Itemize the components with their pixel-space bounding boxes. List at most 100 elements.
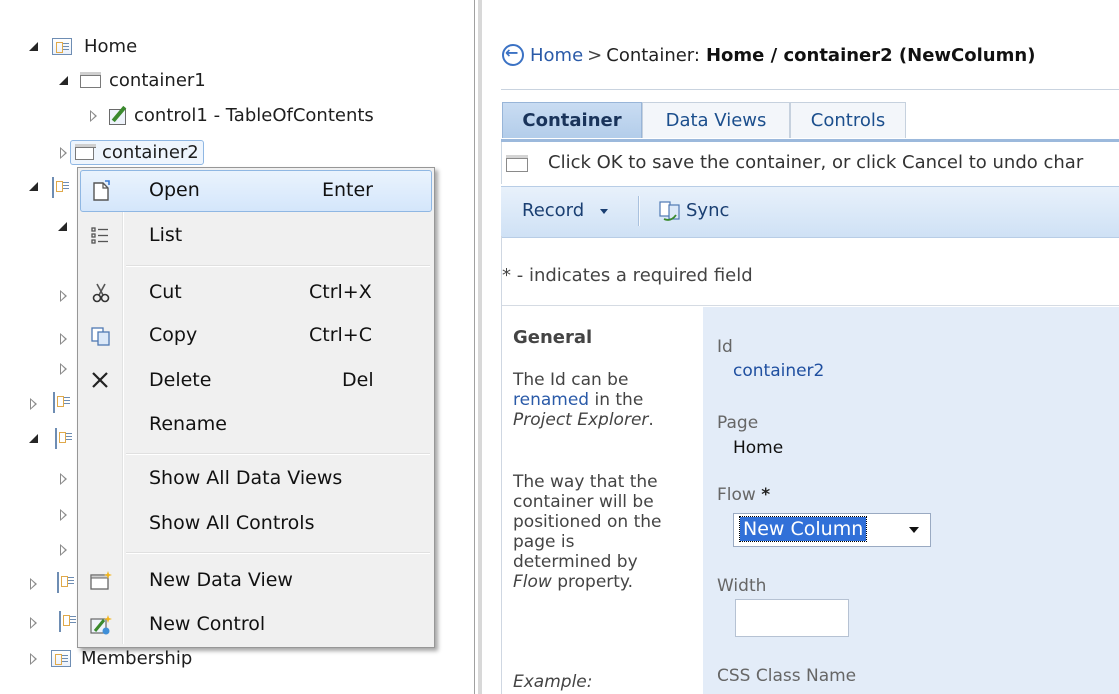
required-asterisk: *: [761, 485, 771, 505]
menu-separator: [126, 453, 430, 455]
page-icon: [52, 37, 72, 55]
help-text: determined by: [513, 552, 638, 572]
help-paragraph-id: The Id can be renamed in the Project Exp…: [513, 370, 698, 430]
tab-container[interactable]: Container: [502, 102, 642, 138]
record-menu-button[interactable]: Record: [522, 200, 584, 221]
collapsed-arrow-icon[interactable]: [90, 110, 99, 122]
field-label-css-class: CSS Class Name: [717, 666, 857, 686]
field-label-page: Page: [717, 413, 759, 433]
container-icon: [506, 155, 528, 172]
help-text: page is: [513, 532, 575, 552]
menu-item-open[interactable]: Open Enter: [80, 170, 432, 212]
menu-item-delete[interactable]: Delete Del: [80, 360, 432, 402]
help-text-emphasis: Example:: [513, 672, 593, 692]
control-icon: [108, 105, 128, 125]
collapsed-arrow-icon[interactable]: [30, 398, 39, 410]
copy-icon: [91, 327, 110, 346]
container-icon: [80, 72, 101, 88]
collapsed-arrow-icon[interactable]: [60, 544, 69, 556]
expanded-arrow-icon[interactable]: [29, 182, 38, 191]
expanded-arrow-icon[interactable]: [29, 41, 38, 51]
collapsed-arrow-icon[interactable]: [60, 363, 69, 375]
collapsed-arrow-icon[interactable]: [60, 147, 69, 159]
sync-button[interactable]: Sync: [686, 200, 729, 221]
tree-label: container2: [102, 141, 199, 163]
help-text: .: [648, 410, 654, 430]
help-text: positioned on the: [513, 512, 662, 532]
menu-item-label: Cut: [149, 281, 182, 303]
sync-icon[interactable]: [658, 199, 682, 221]
menu-highlight: [80, 170, 432, 212]
menu-item-show-all-data-views[interactable]: Show All Data Views: [80, 458, 432, 500]
dropdown-arrow-icon[interactable]: [909, 527, 919, 533]
menu-item-show-all-controls[interactable]: Show All Controls: [80, 503, 432, 545]
page-icon: [52, 177, 54, 198]
divider: [501, 305, 1119, 306]
new-control-icon: [90, 615, 112, 635]
collapsed-arrow-icon[interactable]: [30, 578, 39, 590]
menu-item-label: Open: [149, 179, 200, 201]
renamed-link[interactable]: renamed: [513, 390, 589, 410]
tree-item-container2[interactable]: container2: [58, 139, 204, 165]
toolbar-separator: [638, 196, 640, 226]
collapsed-arrow-icon[interactable]: [30, 653, 39, 665]
section-title-general: General: [513, 327, 593, 348]
menu-item-new-control[interactable]: New Control: [80, 604, 432, 646]
delete-x-icon: [92, 372, 108, 388]
collapsed-arrow-icon[interactable]: [30, 617, 39, 629]
breadcrumb-home-link[interactable]: Home: [530, 45, 583, 66]
width-input[interactable]: [735, 599, 849, 637]
help-example: Example:: [513, 672, 592, 692]
tree-item-control1[interactable]: control1 - TableOfContents: [88, 102, 374, 128]
form-border: [501, 236, 502, 694]
collapsed-arrow-icon[interactable]: [60, 290, 69, 302]
menu-item-copy[interactable]: Copy Ctrl+C: [80, 315, 432, 357]
expanded-arrow-icon[interactable]: [59, 75, 68, 85]
collapsed-arrow-icon[interactable]: [60, 509, 69, 521]
page-icon: [55, 428, 57, 449]
collapsed-arrow-icon[interactable]: [60, 473, 69, 485]
help-text-emphasis: Project Explorer: [513, 410, 649, 430]
menu-item-rename[interactable]: Rename: [80, 404, 432, 446]
field-label-id: Id: [717, 337, 733, 357]
container-icon: [75, 144, 96, 160]
menu-separator: [126, 265, 430, 267]
status-message: Click OK to save the container, or click…: [548, 152, 1084, 173]
list-icon: [91, 227, 108, 244]
collapsed-arrow-icon[interactable]: [60, 333, 69, 345]
flow-selected-value[interactable]: New Column: [738, 516, 868, 542]
page-title: Home / container2 (NewColumn): [705, 44, 1036, 66]
menu-item-cut[interactable]: Cut Ctrl+X: [80, 272, 432, 314]
required-field-note: * - indicates a required field: [502, 265, 753, 286]
menu-item-label: Show All Controls: [149, 512, 315, 534]
page-icon: [59, 611, 61, 632]
tree-item-container1[interactable]: container1: [59, 67, 206, 93]
tree-item-home[interactable]: Home: [29, 33, 137, 59]
menu-item-new-data-view[interactable]: New Data View: [80, 560, 432, 602]
menu-item-label: List: [149, 224, 183, 246]
back-arrow-icon[interactable]: [502, 43, 524, 66]
tab-data-views[interactable]: Data Views: [642, 102, 790, 138]
expanded-arrow-icon[interactable]: [58, 222, 67, 231]
tree-item-membership[interactable]: Membership: [29, 645, 192, 671]
menu-item-label: Copy: [149, 324, 198, 346]
scissors-icon: [92, 283, 110, 303]
context-menu: Open Enter List Cut Ctrl+X Copy Ctrl+C D…: [77, 167, 435, 648]
field-value-id: container2: [733, 361, 825, 381]
breadcrumb: Home > Container: Home / container2 (New…: [502, 37, 1035, 73]
menu-item-label: New Data View: [149, 569, 293, 591]
dropdown-arrow-icon[interactable]: [600, 209, 608, 214]
help-text: The Id can be: [513, 370, 629, 390]
tab-controls[interactable]: Controls: [790, 102, 906, 138]
divider: [501, 89, 1119, 90]
action-toolbar: [501, 186, 1119, 238]
menu-item-list[interactable]: List: [80, 215, 432, 257]
tab-strip: Container Data Views Controls: [501, 102, 1119, 140]
tree-label: container1: [109, 69, 206, 91]
field-label-width: Width: [717, 576, 767, 596]
help-text: container will be: [513, 492, 654, 512]
help-text: in the: [594, 390, 644, 410]
field-label-text: Flow: [717, 485, 756, 505]
page-icon: [57, 572, 59, 593]
expanded-arrow-icon[interactable]: [29, 434, 38, 443]
